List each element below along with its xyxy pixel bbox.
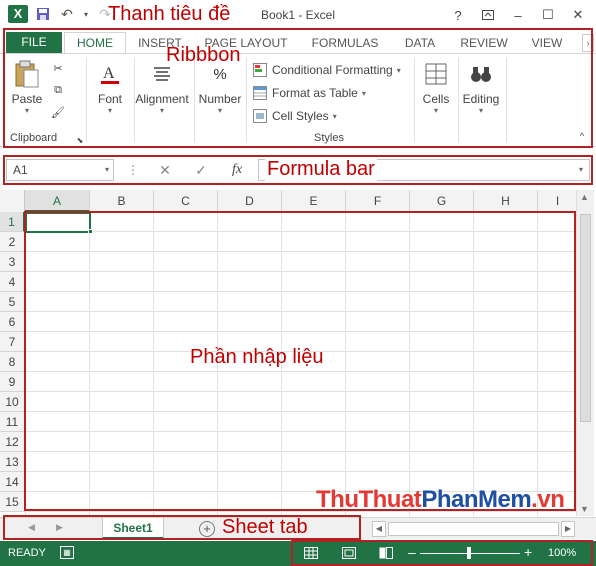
row-header-10[interactable]: 10	[0, 392, 25, 412]
horizontal-scroll-track[interactable]	[388, 522, 559, 536]
annotation-formula-bar: Formula bar	[265, 158, 377, 181]
vertical-scroll-thumb[interactable]	[580, 214, 591, 422]
row-header-7[interactable]: 7	[0, 332, 25, 352]
row-header-12[interactable]: 12	[0, 432, 25, 452]
row-header-14[interactable]: 14	[0, 472, 25, 492]
scroll-up-icon[interactable]: ▲	[580, 192, 589, 202]
annotation-sheet-tab: Sheet tab	[222, 516, 308, 538]
scroll-left-icon[interactable]: ◀	[372, 521, 386, 537]
row-header-6[interactable]: 6	[0, 312, 25, 332]
row-header-11[interactable]: 11	[0, 412, 25, 432]
horizontal-scrollbar[interactable]: ◀ ▶	[372, 521, 575, 537]
row-header-3[interactable]: 3	[0, 252, 25, 272]
annotation-data-entry: Phần nhập liệu	[190, 346, 324, 368]
column-headers: ABCDEFGHI	[0, 190, 576, 212]
scroll-down-icon[interactable]: ▼	[580, 504, 589, 514]
column-header-a[interactable]: A	[25, 190, 90, 212]
row-header-5[interactable]: 5	[0, 292, 25, 312]
help-button[interactable]: ?	[444, 4, 472, 26]
ribbon-display-options-button[interactable]	[474, 4, 502, 26]
annotation-title-bar: Thanh tiêu đề	[108, 3, 231, 25]
column-header-f[interactable]: F	[346, 190, 410, 212]
title-bar: X ↶ ▾ ↷ Book1 - Excel ? – ☐ ✕	[0, 0, 596, 30]
row-header-15[interactable]: 15	[0, 492, 25, 512]
row-header-2[interactable]: 2	[0, 232, 25, 252]
watermark-part1: ThuThuat	[316, 486, 422, 513]
row-header-13[interactable]: 13	[0, 452, 25, 472]
maximize-button[interactable]: ☐	[534, 4, 562, 26]
row-header-9[interactable]: 9	[0, 372, 25, 392]
column-header-h[interactable]: H	[474, 190, 538, 212]
window-controls: ? – ☐ ✕	[444, 4, 592, 26]
minimize-button[interactable]: –	[504, 4, 532, 26]
row-header-1[interactable]: 1	[0, 212, 25, 232]
macro-recording-icon[interactable]: ▦	[60, 546, 74, 559]
column-header-c[interactable]: C	[154, 190, 218, 212]
annotation-view-zoom-box	[291, 540, 593, 566]
row-header-8[interactable]: 8	[0, 352, 25, 372]
column-header-b[interactable]: B	[90, 190, 154, 212]
column-header-g[interactable]: G	[410, 190, 474, 212]
watermark: ThuThuatPhanMem.vn	[316, 486, 565, 514]
column-header-d[interactable]: D	[218, 190, 282, 212]
scroll-right-icon[interactable]: ▶	[561, 521, 575, 537]
watermark-part2: PhanMem	[421, 486, 532, 513]
annotation-ribbon-box	[3, 28, 593, 148]
status-mode: READY	[8, 547, 46, 559]
select-all-corner[interactable]	[0, 190, 25, 212]
vertical-scrollbar[interactable]: ▲ ▼	[576, 190, 594, 516]
column-header-e[interactable]: E	[282, 190, 346, 212]
column-header-i[interactable]: I	[538, 190, 576, 212]
close-button[interactable]: ✕	[564, 4, 592, 26]
row-header-4[interactable]: 4	[0, 272, 25, 292]
annotation-ribbon: Ribbbon	[166, 44, 241, 66]
watermark-part3: .vn	[531, 486, 565, 513]
